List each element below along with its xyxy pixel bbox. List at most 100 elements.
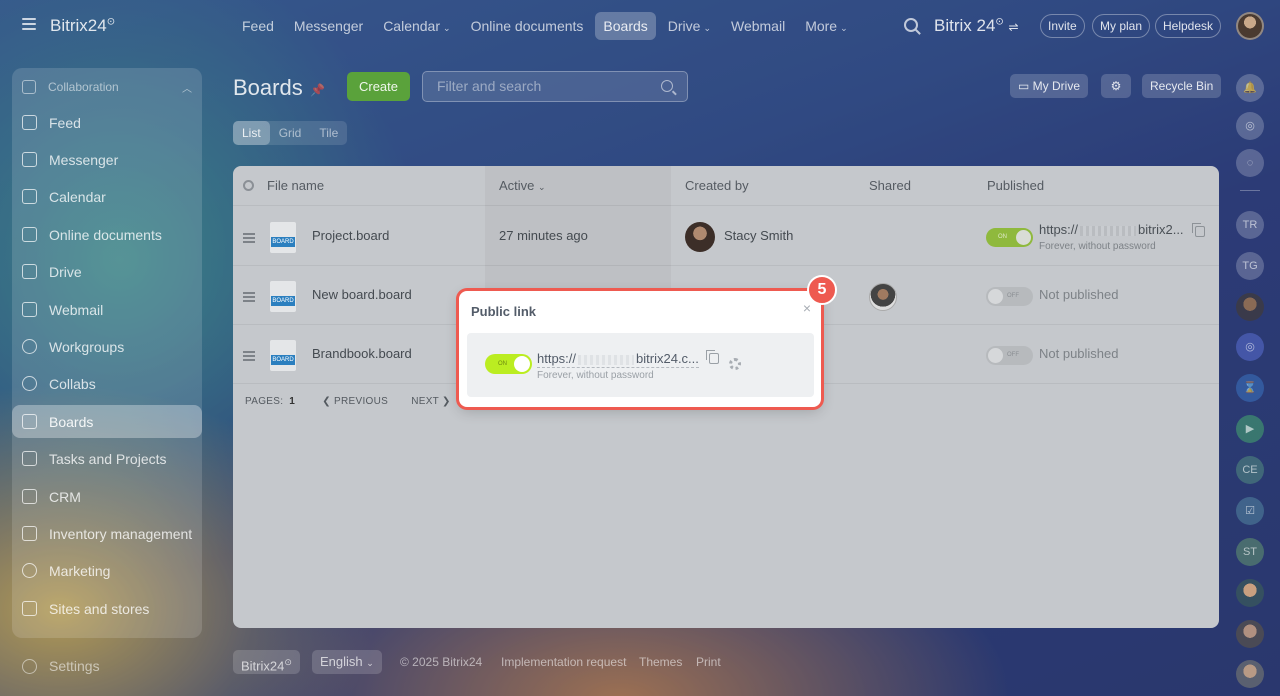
rail-avatar-photo[interactable] (1236, 620, 1264, 648)
public-link[interactable]: https://bitrix2... (1039, 222, 1184, 238)
my-drive-button[interactable]: ▭ My Drive (1010, 74, 1089, 98)
top-nav-calendar[interactable]: Calendar ⌄ (375, 12, 458, 40)
avatar[interactable] (869, 283, 897, 311)
sidebar-item-collabs[interactable]: Collabs (12, 367, 202, 400)
view-switcher: List Grid Tile (233, 121, 348, 145)
drive-icon: ▭ (1018, 79, 1033, 93)
video-call-icon[interactable]: ▶ (1236, 415, 1264, 443)
copyright: © 2025 Bitrix24 (400, 655, 483, 669)
rail-avatar-photo[interactable] (1236, 293, 1264, 321)
sidebar-item-inventory-management[interactable]: Inventory management (12, 517, 202, 550)
rail-collab-icon[interactable]: ◎ (1236, 333, 1264, 361)
sidebar-item-boards[interactable]: Boards (12, 405, 202, 438)
top-nav-more[interactable]: More ⌄ (797, 12, 855, 40)
themes-link[interactable]: Themes (639, 650, 682, 674)
task-check-icon[interactable]: ☑ (1236, 497, 1264, 525)
publish-toggle[interactable]: OFF (986, 346, 1033, 365)
rail-avatar-photo[interactable] (1236, 660, 1264, 688)
sidebar-item-marketing[interactable]: Marketing (12, 554, 202, 587)
recycle-bin-button[interactable]: Recycle Bin (1142, 74, 1222, 98)
top-nav-webmail[interactable]: Webmail (723, 12, 793, 40)
sidebar-item-tasks-and-projects[interactable]: Tasks and Projects (12, 442, 202, 475)
avatar[interactable] (685, 222, 715, 252)
file-name[interactable]: Project.board (312, 207, 389, 265)
copy-icon[interactable] (706, 350, 719, 364)
language-select[interactable]: English ⌄ (312, 650, 382, 674)
close-icon[interactable]: × (803, 301, 811, 315)
chat-icon[interactable]: ◌ (1236, 149, 1264, 177)
sidebar-item-workgroups[interactable]: Workgroups (12, 330, 202, 363)
drag-handle-icon[interactable] (243, 233, 255, 245)
sidebar-item-feed[interactable]: Feed (12, 106, 202, 139)
top-nav-feed[interactable]: Feed (234, 12, 282, 40)
top-nav-boards[interactable]: Boards (595, 12, 656, 40)
column-active[interactable]: Active ⌄ (499, 166, 546, 206)
view-list[interactable]: List (233, 121, 270, 145)
helpdesk-button[interactable]: Helpdesk (1155, 14, 1222, 38)
sidebar-item-sites-and-stores[interactable]: Sites and stores (12, 592, 202, 625)
publish-toggle[interactable]: ON (986, 228, 1033, 247)
publish-toggle[interactable]: OFF (986, 287, 1033, 306)
sidebar-settings[interactable]: Settings (22, 658, 100, 674)
rail-avatar-photo[interactable] (1236, 579, 1264, 607)
sidebar-item-online-documents[interactable]: Online documents (12, 218, 202, 251)
column-created-by[interactable]: Created by (685, 166, 749, 206)
user-avatar[interactable] (1236, 12, 1264, 40)
bell-icon[interactable]: 🔔 (1236, 74, 1264, 102)
page-number[interactable]: 1 (289, 396, 295, 407)
column-file-name[interactable]: File name (267, 166, 324, 206)
brand-logo[interactable]: Bitrix24⊙ (50, 16, 115, 36)
filter-search-input[interactable]: Filter and search (422, 71, 688, 102)
sidebar-item-messenger[interactable]: Messenger (12, 143, 202, 176)
table-row[interactable]: BOARD Project.board 27 minutes ago Stacy… (233, 207, 1219, 266)
copy-icon[interactable] (1192, 223, 1205, 237)
invite-button[interactable]: Invite (1040, 14, 1085, 38)
sidebar-item-webmail[interactable]: Webmail (12, 293, 202, 326)
footer-brand[interactable]: Bitrix24⊙ (233, 650, 300, 674)
my-plan-button[interactable]: My plan (1092, 14, 1151, 38)
print-link[interactable]: Print (696, 650, 721, 674)
search-icon[interactable] (904, 18, 918, 32)
implementation-request-link[interactable]: Implementation request (501, 650, 626, 674)
public-link-toggle[interactable]: ON (485, 354, 532, 374)
column-settings-icon[interactable] (243, 180, 254, 191)
settings-sliders-icon[interactable]: ⇌ (1009, 20, 1019, 34)
portal-name[interactable]: Bitrix 24⊙ ⇌ (934, 16, 1019, 36)
search-icon[interactable] (661, 80, 673, 92)
pin-icon[interactable]: 📌 (310, 83, 325, 97)
sidebar-section-collaboration[interactable]: Collaboration ︿ (22, 80, 198, 95)
created-by-name[interactable]: Stacy Smith (724, 207, 793, 265)
drag-handle-icon[interactable] (243, 292, 255, 304)
sidebar-item-crm[interactable]: CRM (12, 480, 202, 513)
file-name[interactable]: New board.board (312, 266, 412, 324)
top-nav-drive[interactable]: Drive ⌄ (660, 12, 719, 40)
rail-avatar-tg[interactable]: TG (1236, 252, 1264, 280)
calendar-icon (22, 189, 37, 204)
mail-icon (22, 302, 37, 317)
sidebar-item-calendar[interactable]: Calendar (12, 180, 202, 213)
create-button[interactable]: Create (347, 72, 410, 101)
gear-icon: ⚙ (1110, 79, 1122, 93)
hourglass-icon[interactable]: ⌛ (1236, 374, 1264, 402)
next-page-button[interactable]: NEXT ❯ (411, 396, 450, 407)
chevron-up-icon[interactable]: ︿ (182, 80, 192, 95)
top-nav-messenger[interactable]: Messenger (286, 12, 371, 40)
settings-gear-button[interactable]: ⚙ (1101, 74, 1131, 98)
column-shared[interactable]: Shared (869, 166, 911, 206)
view-tile[interactable]: Tile (310, 121, 347, 145)
rail-avatar-st[interactable]: ST (1236, 538, 1264, 566)
file-name[interactable]: Brandbook.board (312, 325, 412, 383)
rail-avatar-ce[interactable]: CE (1236, 456, 1264, 484)
board-file-icon: BOARD (270, 222, 296, 253)
menu-icon[interactable] (22, 18, 36, 30)
previous-page-button[interactable]: ❮ PREVIOUS (322, 396, 388, 407)
top-nav-online-documents[interactable]: Online documents (463, 12, 592, 40)
gear-icon[interactable] (729, 358, 741, 370)
drag-handle-icon[interactable] (243, 351, 255, 363)
public-link-url[interactable]: https://bitrix24.c... (537, 351, 699, 368)
rail-avatar-tr[interactable]: TR (1236, 211, 1264, 239)
view-grid[interactable]: Grid (270, 121, 311, 145)
sidebar-item-drive[interactable]: Drive (12, 255, 202, 288)
copilot-icon[interactable]: ◎ (1236, 112, 1264, 140)
column-published[interactable]: Published (987, 166, 1044, 206)
